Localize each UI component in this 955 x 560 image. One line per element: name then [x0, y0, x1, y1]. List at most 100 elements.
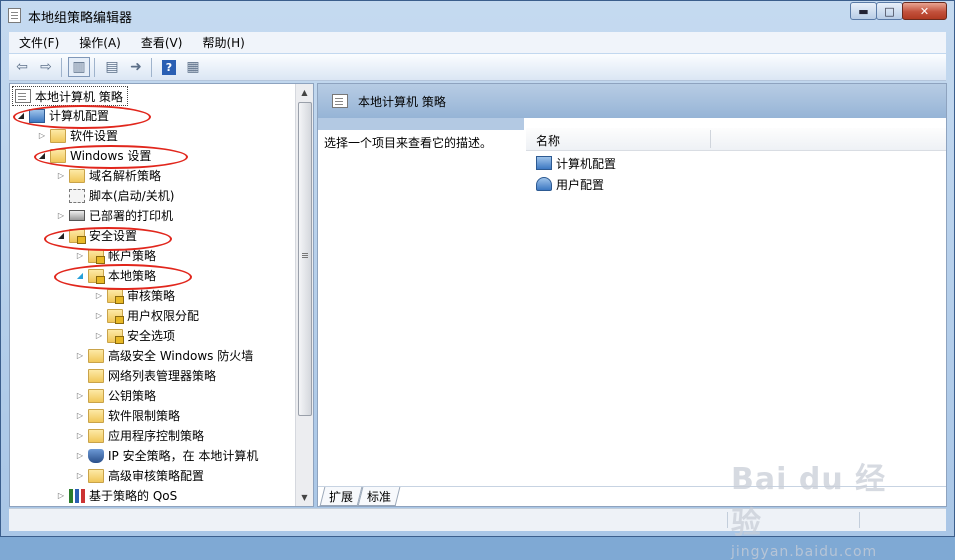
properties-icon[interactable]: ▤ [101, 57, 123, 77]
folder-icon [50, 128, 66, 143]
scroll-down-icon[interactable]: ▼ [296, 489, 313, 506]
tree-item-qos[interactable]: ▷ 基于策略的 QoS [56, 486, 177, 505]
tree-item-security-options[interactable]: ▷ 安全选项 [94, 326, 175, 345]
tree-item-software-restriction[interactable]: ▷ 软件限制策略 [75, 406, 180, 425]
list-item-computer-config[interactable]: 计算机配置 [536, 153, 616, 173]
tree-item-user-rights[interactable]: ▷ 用户权限分配 [94, 306, 199, 325]
tab-extended[interactable]: 扩展 [319, 487, 363, 506]
collapsed-arrow-icon[interactable]: ▷ [56, 211, 66, 220]
maximize-button[interactable]: □ [876, 2, 903, 20]
tree-item-label: 应用程序控制策略 [108, 429, 205, 443]
collapsed-arrow-icon[interactable]: ▷ [94, 291, 104, 300]
qos-chart-icon [69, 488, 85, 503]
tree-item-windows-settings[interactable]: ◢ Windows 设置 [37, 146, 151, 165]
tree-item-app-control[interactable]: ▷ 应用程序控制策略 [75, 426, 204, 445]
policy-document-icon [15, 89, 31, 103]
folder-icon [88, 388, 104, 403]
caption-buttons: ▬ □ ✕ [850, 2, 947, 21]
collapsed-arrow-icon[interactable]: ▷ [75, 411, 85, 420]
menu-action[interactable]: 操作(A) [69, 34, 131, 51]
menu-help[interactable]: 帮助(H) [192, 34, 254, 51]
printer-icon [69, 210, 85, 221]
tab-label: 扩展 [329, 489, 354, 504]
show-hide-tree-icon[interactable]: ▥ [68, 57, 90, 77]
help-icon: ? [162, 59, 176, 75]
tree-item-account-policies[interactable]: ▷ 帐户策略 [75, 246, 156, 265]
tree-item-ip-security[interactable]: ▷ IP 安全策略，在 本地计算机 [75, 446, 258, 465]
list-item-user-config[interactable]: 用户配置 [536, 174, 604, 194]
tree-item-label: 安全选项 [127, 329, 176, 343]
action-pane-icon[interactable]: ▦ [182, 57, 204, 77]
tree-item-label: 计算机配置 [49, 109, 110, 123]
details-header: 本地计算机 策略 [318, 84, 946, 118]
tree-item-computer-config[interactable]: ◢ 计算机配置 [16, 106, 109, 125]
tree-scrollbar[interactable]: ▲ ▼ [295, 84, 313, 506]
tree-item-label: 基于策略的 QoS [89, 489, 178, 503]
expanded-arrow-icon[interactable]: ◢ [37, 151, 47, 160]
toolbar-separator [61, 57, 62, 77]
tree-item-audit-policy[interactable]: ▷ 审核策略 [94, 286, 175, 305]
help-button[interactable]: ? [158, 57, 180, 77]
lock-folder-icon [88, 248, 105, 264]
tree-item-label: 审核策略 [127, 289, 176, 303]
collapsed-arrow-icon[interactable]: ▷ [94, 311, 104, 320]
tree-item-network-list[interactable]: 网络列表管理器策略 [75, 366, 216, 385]
column-divider[interactable] [710, 130, 711, 148]
toolbar: ⇦ ⇨ ▥ ▤ ➜ ? ▦ [9, 54, 946, 81]
expanded-arrow-icon[interactable]: ◢ [75, 271, 85, 280]
collapsed-arrow-icon[interactable]: ▷ [56, 491, 66, 500]
title-bar[interactable]: 本地组策略编辑器 ▬ □ ✕ [1, 1, 954, 29]
collapsed-arrow-icon[interactable]: ▷ [75, 251, 85, 260]
tree-item-local-policies[interactable]: ◢ 本地策略 [75, 266, 156, 285]
tree-item-advanced-audit[interactable]: ▷ 高级审核策略配置 [75, 466, 204, 485]
tree-item-security-settings[interactable]: ◢ 安全设置 [56, 226, 137, 245]
folder-icon [88, 468, 104, 483]
scrollbar-thumb[interactable] [298, 102, 312, 416]
tree-item-printers[interactable]: ▷ 已部署的打印机 [56, 206, 173, 225]
tab-standard[interactable]: 标准 [357, 487, 401, 506]
tree-root[interactable]: 本地计算机 策略 [12, 86, 128, 106]
computer-icon [29, 108, 45, 123]
watermark-brand: Bai du 经验 [731, 462, 887, 541]
lock-folder-icon [107, 288, 124, 304]
collapsed-arrow-icon[interactable]: ▷ [75, 351, 85, 360]
tree-item-name-resolution[interactable]: ▷ 域名解析策略 [56, 166, 161, 185]
tree-item-public-key[interactable]: ▷ 公钥策略 [75, 386, 156, 405]
details-title: 本地计算机 策略 [358, 94, 446, 109]
collapsed-arrow-icon[interactable]: ▷ [37, 131, 47, 140]
column-header[interactable]: 名称 [526, 128, 946, 151]
tree-item-firewall[interactable]: ▷ 高级安全 Windows 防火墙 [75, 346, 253, 365]
menu-view[interactable]: 查看(V) [131, 34, 193, 51]
tree-item-scripts[interactable]: 脚本(启动/关机) [56, 186, 174, 205]
lock-folder-icon [107, 328, 124, 344]
tree-item-label: 公钥策略 [108, 389, 157, 403]
details-list: 名称 计算机配置 用户配置 [526, 128, 946, 488]
collapsed-arrow-icon[interactable]: ▷ [75, 391, 85, 400]
back-icon[interactable]: ⇦ [11, 57, 33, 77]
tree-item-label: IP 安全策略，在 本地计算机 [108, 449, 259, 463]
forward-icon[interactable]: ⇨ [35, 57, 57, 77]
tree-pane[interactable]: 本地计算机 策略 ◢ 计算机配置 ▷ 软件设置 ◢ Windows 设置 ▷ 域… [9, 83, 314, 507]
tree-item-label: 高级安全 Windows 防火墙 [108, 349, 254, 363]
collapsed-arrow-icon[interactable]: ▷ [75, 431, 85, 440]
close-button[interactable]: ✕ [902, 2, 947, 20]
expanded-arrow-icon[interactable]: ◢ [56, 231, 66, 240]
grip-icon [302, 253, 308, 254]
watermark-url: jingyan.baidu.com [731, 544, 878, 560]
tree-item-label: 软件限制策略 [108, 409, 181, 423]
collapsed-arrow-icon[interactable]: ▷ [75, 451, 85, 460]
tree-item-software-settings[interactable]: ▷ 软件设置 [37, 126, 118, 145]
collapsed-arrow-icon[interactable]: ▷ [94, 331, 104, 340]
collapsed-arrow-icon[interactable]: ▷ [56, 171, 66, 180]
tree-root-label: 本地计算机 策略 [35, 89, 123, 104]
scroll-up-icon[interactable]: ▲ [296, 84, 313, 101]
collapsed-arrow-icon[interactable]: ▷ [75, 471, 85, 480]
tab-label: 标准 [367, 489, 392, 504]
policy-document-icon [332, 94, 348, 108]
minimize-button[interactable]: ▬ [850, 2, 877, 20]
export-list-icon[interactable]: ➜ [125, 57, 147, 77]
expanded-arrow-icon[interactable]: ◢ [16, 111, 26, 120]
script-icon [69, 188, 85, 203]
menu-file[interactable]: 文件(F) [9, 34, 69, 51]
column-name-label[interactable]: 名称 [536, 132, 560, 149]
